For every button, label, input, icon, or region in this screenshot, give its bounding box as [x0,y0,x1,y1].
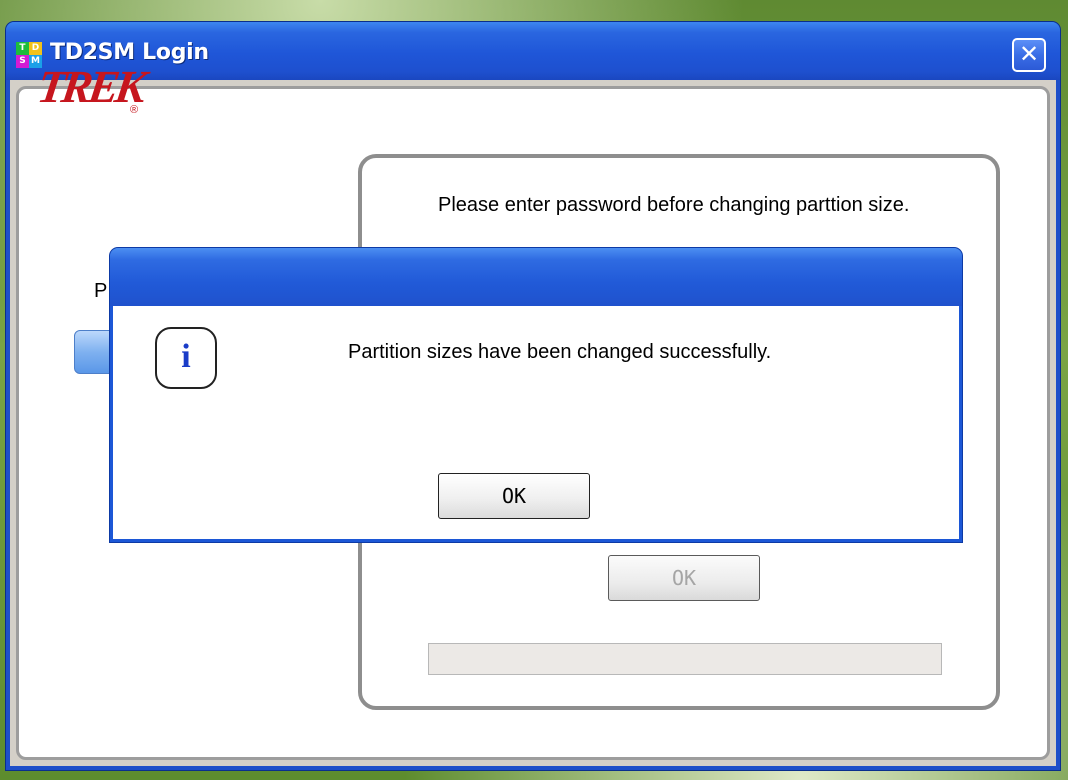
title-bar[interactable]: T D S M TD2SM Login ✕ [6,22,1060,80]
dialog-message: Partition sizes have been changed succes… [348,341,772,363]
app-icon-cell: S [16,55,29,68]
close-icon: ✕ [1018,40,1040,68]
progress-bar [428,643,942,675]
password-instruction: Please enter password before changing pa… [438,194,910,216]
dialog-title-bar[interactable] [110,248,962,306]
app-icon: T D S M [16,42,42,68]
password-label: P [94,280,108,302]
app-icon-cell: D [29,42,42,55]
close-button[interactable]: ✕ [1012,38,1046,72]
app-icon-cell: T [16,42,29,55]
registered-mark: ® [130,104,139,116]
login-ok-button[interactable]: OK [608,555,760,601]
info-icon: i [155,327,217,389]
dialog-ok-button[interactable]: OK [438,473,590,519]
